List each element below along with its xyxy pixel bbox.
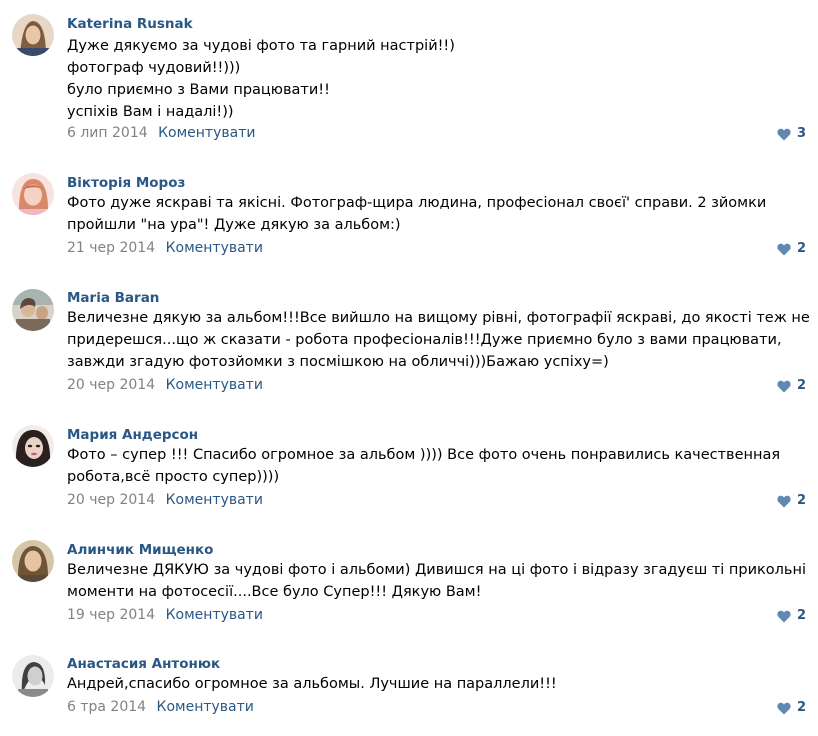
avatar[interactable] — [12, 289, 54, 331]
like-count: 2 — [796, 493, 806, 508]
like-button[interactable]: 2 — [777, 240, 806, 258]
like-button[interactable]: 2 — [777, 607, 806, 625]
heart-icon — [777, 495, 791, 507]
comment-meta: 6 лип 2014 Коментувати — [67, 124, 255, 142]
comment-text: Величезне ДЯКУЮ за чудові фото і альбоми… — [67, 559, 807, 603]
comment-date[interactable]: 19 чер 2014 — [67, 607, 155, 623]
comment-text-line: Фото дуже яскраві та якісні. Фотограф-щи… — [67, 195, 767, 211]
like-count: 2 — [796, 378, 806, 393]
like-button[interactable]: 2 — [777, 377, 806, 395]
heart-icon — [777, 702, 791, 714]
avatar-photo — [12, 14, 54, 56]
comment-text-line: було приємно з Вами працювати!! — [67, 82, 330, 98]
comment-meta: 6 тра 2014 Коментувати — [67, 698, 254, 716]
comment-author[interactable]: Вікторія Мороз — [67, 174, 185, 192]
comment-text-line: Андрей,спасибо огромное за альбомы. Лучш… — [67, 676, 557, 692]
comment-date[interactable]: 20 чер 2014 — [67, 377, 155, 393]
comment-meta: 20 чер 2014 Коментувати — [67, 491, 263, 509]
comment-author[interactable]: Алинчик Мищенко — [67, 541, 213, 559]
like-count: 2 — [796, 700, 806, 715]
avatar-photo — [12, 289, 54, 331]
heart-icon — [777, 243, 791, 255]
comment-author[interactable]: Мария Андерсон — [67, 426, 198, 444]
avatar-photo — [12, 540, 54, 582]
comment-text-line: Величезне ДЯКУЮ за чудові фото і альбоми… — [67, 562, 806, 578]
heart-icon — [777, 610, 791, 622]
comment-date[interactable]: 20 чер 2014 — [67, 492, 155, 508]
like-count: 2 — [796, 608, 806, 623]
avatar-photo — [12, 173, 54, 215]
like-button[interactable]: 3 — [777, 125, 806, 143]
comment-meta: 21 чер 2014 Коментувати — [67, 239, 263, 257]
heart-icon — [777, 128, 791, 140]
avatar[interactable] — [12, 173, 54, 215]
comment-text-line: Фото – супер !!! Спасибо огромное за аль… — [67, 447, 781, 463]
comment-date[interactable]: 21 чер 2014 — [67, 240, 155, 256]
comment-text: Фото дуже яскраві та якісні. Фотограф-щи… — [67, 192, 807, 236]
comment-author[interactable]: Maria Baran — [67, 289, 159, 307]
comment-date[interactable]: 6 лип 2014 — [67, 125, 148, 141]
heart-icon — [777, 380, 791, 392]
like-button[interactable]: 2 — [777, 699, 806, 717]
comment-meta: 19 чер 2014 Коментувати — [67, 606, 263, 624]
comment-text: Дуже дякуємо за чудові фото та гарний на… — [67, 35, 807, 123]
comment-date[interactable]: 6 тра 2014 — [67, 699, 146, 715]
comment-text-line: успіхів Вам і надалі!)) — [67, 104, 234, 120]
comment-text-line: фотограф чудовий!!))) — [67, 60, 241, 76]
reply-link[interactable]: Коментувати — [158, 125, 255, 141]
reply-link[interactable]: Коментувати — [166, 607, 263, 623]
avatar-photo — [12, 655, 54, 697]
comment-text-line: придерешся...що ж сказати - робота профе… — [67, 332, 782, 348]
avatar[interactable] — [12, 655, 54, 697]
avatar[interactable] — [12, 425, 54, 467]
comment-author[interactable]: Katerina Rusnak — [67, 15, 193, 33]
avatar[interactable] — [12, 540, 54, 582]
like-count: 2 — [796, 241, 806, 256]
comment-text-line: пройшли "на ура"! Дуже дякую за альбом:) — [67, 217, 401, 233]
reply-link[interactable]: Коментувати — [166, 492, 263, 508]
comment-text-line: моменти на фотосесії....Все було Супер!!… — [67, 584, 482, 600]
comment-text-line: робота,всё просто супер)))) — [67, 469, 280, 485]
comment-text-line: Дуже дякуємо за чудові фото та гарний на… — [67, 38, 455, 54]
comment-text: Андрей,спасибо огромное за альбомы. Лучш… — [67, 673, 807, 695]
comment-author[interactable]: Анастасия Антонюк — [67, 655, 220, 673]
reply-link[interactable]: Коментувати — [166, 377, 263, 393]
comment-text-line: Величезне дякую за альбом!!!Все вийшло н… — [67, 310, 810, 326]
reply-link[interactable]: Коментувати — [157, 699, 254, 715]
comment-text: Фото – супер !!! Спасибо огромное за аль… — [67, 444, 807, 488]
avatar[interactable] — [12, 14, 54, 56]
reply-link[interactable]: Коментувати — [166, 240, 263, 256]
avatar-photo — [12, 425, 54, 467]
comment-meta: 20 чер 2014 Коментувати — [67, 376, 263, 394]
like-count: 3 — [796, 126, 806, 141]
comment-text-line: завжди згадую фотозйомки з посмішкою на … — [67, 354, 609, 370]
comment-text: Величезне дякую за альбом!!!Все вийшло н… — [67, 307, 810, 373]
like-button[interactable]: 2 — [777, 492, 806, 510]
